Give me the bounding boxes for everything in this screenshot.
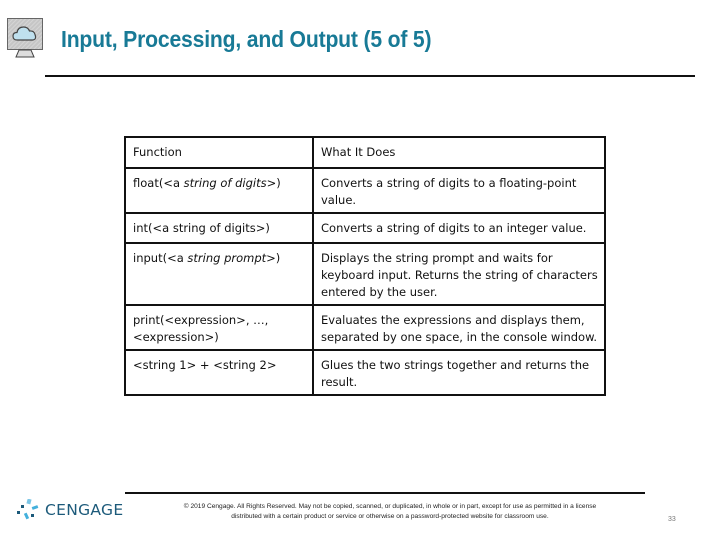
- cengage-logo: CENGAGE: [16, 499, 123, 521]
- function-name: input: [133, 251, 163, 265]
- description-cell: Converts a string of digits to an intege…: [312, 212, 606, 244]
- table-row: <string 1> + <string 2> Glues the two st…: [124, 349, 606, 396]
- copyright-line-2: distributed with a certain product or se…: [231, 513, 549, 520]
- footer-divider: [125, 492, 645, 494]
- page-number: 33: [668, 516, 676, 523]
- copyright-notice: © 2019 Cengage. All Rights Reserved. May…: [140, 502, 640, 522]
- function-args-end: >): [266, 251, 281, 265]
- function-args-end: >): [266, 176, 281, 190]
- description-cell: Glues the two strings together and retur…: [312, 349, 606, 396]
- function-args: <string 1> + <string 2>: [133, 358, 277, 372]
- function-args-italic: string of digits: [183, 176, 267, 190]
- column-header-function: Function: [124, 136, 314, 169]
- header-divider: [45, 75, 695, 77]
- function-args: (<a: [158, 176, 184, 190]
- table-row: print(<expression>, …,<expression>) Eval…: [124, 304, 606, 351]
- cengage-logo-text: CENGAGE: [45, 501, 124, 519]
- function-name: print: [133, 313, 161, 327]
- copyright-line-1: © 2019 Cengage. All Rights Reserved. May…: [183, 503, 597, 510]
- slide-title: Input, Processing, and Output (5 of 5): [61, 26, 432, 52]
- functions-table: Function What It Does float(<a string of…: [124, 136, 606, 396]
- function-args: (<a string of digits>): [148, 221, 270, 235]
- table-header-row: Function What It Does: [124, 136, 606, 169]
- computer-monitor-cloud-icon: [7, 18, 43, 50]
- table-row: float(<a string of digits>) Converts a s…: [124, 167, 606, 214]
- description-cell: Evaluates the expressions and displays t…: [312, 304, 606, 351]
- table-row: int(<a string of digits>) Converts a str…: [124, 212, 606, 244]
- cengage-logo-icon: [17, 499, 39, 520]
- function-name: int: [133, 221, 148, 235]
- table-row: input(<a string prompt>) Displays the st…: [124, 242, 606, 306]
- function-args: (<a: [162, 251, 188, 265]
- function-cell: input(<a string prompt>): [124, 242, 314, 306]
- description-cell: Converts a string of digits to a floatin…: [312, 167, 606, 214]
- function-args-italic: string prompt: [187, 251, 267, 265]
- monitor-stand-icon: [15, 49, 35, 58]
- function-cell: float(<a string of digits>): [124, 167, 314, 214]
- description-cell: Displays the string prompt and waits for…: [312, 242, 606, 306]
- function-cell: print(<expression>, …,<expression>): [124, 304, 314, 351]
- function-cell: int(<a string of digits>): [124, 212, 314, 244]
- column-header-what-it-does: What It Does: [312, 136, 606, 169]
- function-cell: <string 1> + <string 2>: [124, 349, 314, 396]
- function-name: float: [133, 176, 159, 190]
